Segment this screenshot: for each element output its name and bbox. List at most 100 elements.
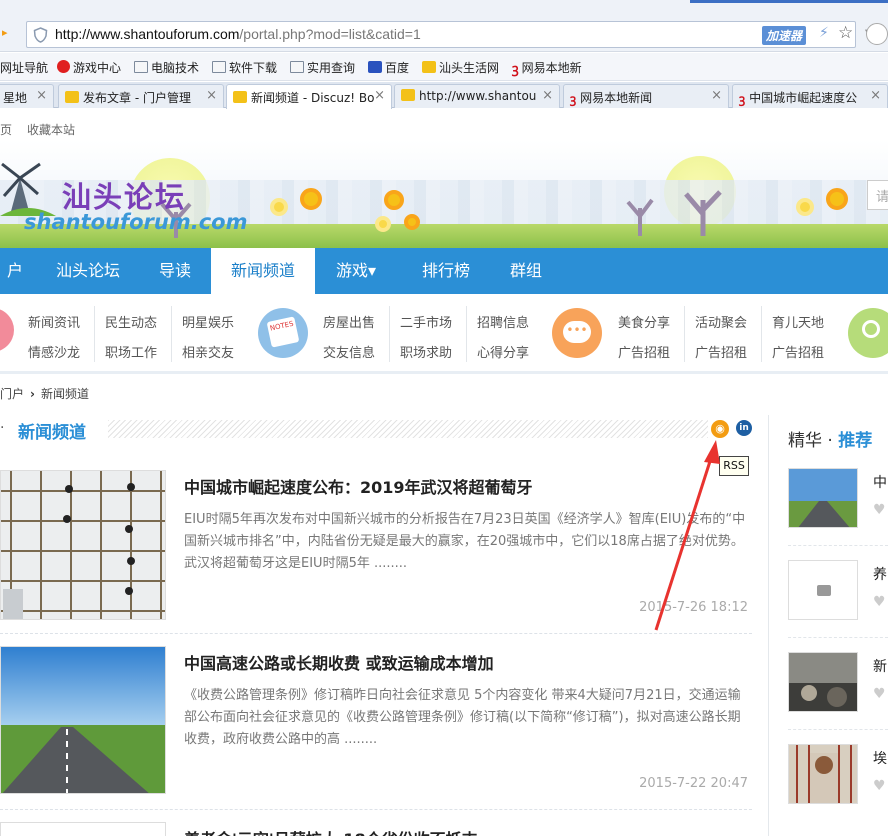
sublink[interactable]: 广告招租 [772, 342, 824, 361]
article-title[interactable]: 中国高速公路或长期收费 或致运输成本增加 [184, 650, 494, 674]
featured-thumbnail[interactable] [788, 560, 858, 620]
netease-icon: ꝫ [512, 62, 519, 77]
article-thumbnail[interactable] [0, 470, 166, 620]
sublink[interactable]: 交友信息 [323, 342, 375, 361]
accelerator-button[interactable]: 加速器 [762, 26, 807, 45]
sublink[interactable]: 育儿天地 [772, 312, 824, 331]
divider [466, 306, 467, 362]
camera-icon [817, 585, 831, 596]
tab-5[interactable]: ꝫ 网易本地新闻 × [563, 84, 729, 108]
close-icon[interactable]: × [206, 88, 217, 103]
nav-shantou-forum[interactable]: 汕头论坛 [40, 248, 136, 294]
discuz-icon [422, 61, 436, 73]
sublink[interactable]: 心得分享 [477, 342, 529, 361]
nav-portal[interactable]: 户 [0, 248, 30, 294]
close-icon[interactable]: × [36, 88, 47, 103]
highway-photo [1, 647, 165, 793]
sublink[interactable]: 招聘信息 [477, 312, 529, 331]
linkedin-icon[interactable]: in [736, 420, 752, 436]
nav-games[interactable]: 游戏▾ [316, 248, 396, 294]
sublink[interactable]: 相亲交友 [182, 342, 234, 361]
close-icon[interactable]: × [374, 88, 385, 103]
tab-1[interactable]: 星地 × [0, 84, 54, 108]
sublink[interactable]: 房屋出售 [323, 312, 375, 331]
featured-thumbnail[interactable] [788, 744, 858, 804]
flower-decoration [375, 216, 391, 232]
sublink[interactable]: 情感沙龙 [28, 342, 80, 361]
sublink[interactable]: 明星娱乐 [182, 312, 234, 331]
breadcrumb-home[interactable]: 门户 [0, 387, 24, 401]
netease-icon: ꝫ [570, 92, 577, 106]
bookmark-software[interactable]: 软件下载 [212, 59, 277, 76]
site-logo-domain[interactable]: shantouforum.com [24, 210, 247, 234]
notes-label: NOTES [266, 316, 300, 348]
rubble-photo [789, 653, 857, 711]
tab-3-active[interactable]: 新闻频道 - Discuz! Bo × [226, 84, 392, 109]
heart-icon[interactable]: ♥ [873, 778, 886, 794]
url-input[interactable]: http://www.shantouforum.com/portal.php?m… [26, 21, 873, 48]
tab-4[interactable]: http://www.shantou × [394, 84, 560, 108]
tab-6[interactable]: ꝫ 中国城市崛起速度公 × [732, 84, 888, 108]
bookmark-baidu[interactable]: 百度 [368, 59, 409, 76]
sublink[interactable]: 广告招租 [618, 342, 670, 361]
close-icon[interactable]: × [711, 88, 722, 103]
nav-guide[interactable]: 导读 [140, 248, 210, 294]
close-icon[interactable]: × [542, 88, 553, 103]
set-homepage-link[interactable]: 页 [0, 121, 12, 138]
sublink[interactable]: 美食分享 [618, 312, 670, 331]
article-thumbnail[interactable] [0, 646, 166, 794]
folder-icon [290, 61, 304, 73]
bookmark-games[interactable]: 游戏中心 [57, 59, 121, 76]
breadcrumb-current[interactable]: 新闻频道 [41, 387, 89, 401]
sublink[interactable]: 广告招租 [695, 342, 747, 361]
flower-decoration [270, 198, 288, 216]
back-dropdown-icon[interactable]: ▸ [2, 26, 8, 39]
featured-title[interactable]: 新 [873, 656, 887, 676]
notes-icon: NOTES [258, 308, 308, 358]
featured-thumbnail[interactable] [788, 652, 858, 712]
featured-item: 埃 ♥ [788, 742, 888, 822]
rss-icon[interactable]: ◉ [711, 420, 729, 438]
featured-item: 养 ♥ [788, 558, 888, 638]
nav-ranking[interactable]: 排行榜 [404, 248, 488, 294]
bookmark-site-link[interactable]: 收藏本站 [27, 121, 75, 138]
bookmark-shantou-life[interactable]: 汕头生活网 [422, 59, 499, 76]
recommend-label: 推荐 [838, 431, 873, 451]
featured-title[interactable]: 养 [873, 564, 887, 584]
bookmark-computer[interactable]: 电脑技术 [134, 59, 199, 76]
sublink[interactable]: 职场工作 [105, 342, 157, 361]
heart-icon[interactable]: ♥ [873, 594, 886, 610]
sublink[interactable]: 二手市场 [400, 312, 452, 331]
article-title[interactable]: 养老金'云空'月薪扩大 18个省份收不抵支 [184, 826, 478, 836]
featured-thumbnail[interactable] [788, 468, 858, 528]
discuz-icon [65, 91, 79, 103]
featured-title[interactable]: 中 [873, 472, 887, 492]
lightning-icon[interactable]: ⚡ [819, 25, 829, 41]
star-icon[interactable]: ☆ [838, 23, 853, 43]
heart-icon[interactable]: ♥ [873, 686, 886, 702]
flower-decoration [384, 190, 404, 210]
sublink[interactable]: 新闻资讯 [28, 312, 80, 331]
sidebar-toggle-button[interactable] [866, 23, 888, 45]
article-title[interactable]: 中国城市崛起速度公布：2019年武汉将超葡萄牙 [184, 474, 533, 498]
nav-news-channel[interactable]: 新闻频道 [211, 248, 315, 294]
search-category-icon [848, 308, 888, 358]
bookmark-query[interactable]: 实用查询 [290, 59, 355, 76]
sub-navigation: 新闻资讯 情感沙龙 民生动态 职场工作 明星娱乐 相亲交友 NOTES 房屋出售… [0, 294, 888, 374]
sublink[interactable]: 活动聚会 [695, 312, 747, 331]
featured-item: 中 ♥ [788, 466, 888, 546]
bookmark-netease[interactable]: ꝫ 网易本地新 [512, 59, 582, 77]
nav-groups[interactable]: 群组 [490, 248, 562, 294]
divider [171, 306, 172, 362]
featured-header: 精华 · 推荐 [788, 426, 872, 451]
heart-icon[interactable]: ♥ [873, 502, 886, 518]
sublink[interactable]: 职场求助 [400, 342, 452, 361]
search-input[interactable]: 请 [867, 180, 888, 210]
tab-2[interactable]: 发布文章 - 门户管理 × [58, 84, 224, 108]
folder-icon [212, 61, 226, 73]
close-icon[interactable]: × [870, 88, 881, 103]
featured-title[interactable]: 埃 [873, 748, 887, 768]
article-thumbnail[interactable] [0, 822, 166, 836]
bookmark-nav[interactable]: 网址导航 [0, 59, 48, 76]
sublink[interactable]: 民生动态 [105, 312, 157, 331]
